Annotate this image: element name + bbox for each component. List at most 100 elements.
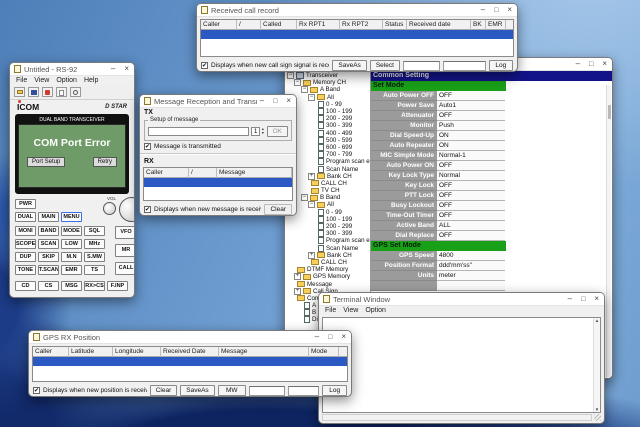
minimize-button[interactable] bbox=[576, 60, 580, 68]
save-file-button[interactable] bbox=[28, 87, 39, 97]
key-mode[interactable]: MODE bbox=[61, 226, 82, 236]
menu-item-file[interactable]: File bbox=[325, 307, 336, 314]
key-pwr[interactable]: PWR bbox=[15, 199, 36, 209]
volume-knob[interactable] bbox=[103, 202, 116, 215]
close-button[interactable] bbox=[286, 97, 291, 105]
selected-row[interactable] bbox=[201, 30, 513, 39]
menu-item-option[interactable]: Option bbox=[365, 307, 386, 314]
tree-item[interactable]: DTMF Memory bbox=[285, 266, 370, 273]
open-file-button[interactable] bbox=[14, 87, 25, 97]
key-rx-cs[interactable]: RX>CS bbox=[84, 281, 105, 291]
selected-row[interactable] bbox=[144, 178, 292, 187]
scrollbar-thumb[interactable] bbox=[608, 105, 611, 119]
tuning-dial-knob[interactable] bbox=[119, 197, 134, 222]
tree-item[interactable]: − Transceiver bbox=[285, 72, 370, 80]
saveas-button[interactable]: SaveAs bbox=[332, 60, 367, 71]
menu-item-option[interactable]: Option bbox=[56, 77, 77, 84]
key-menu[interactable]: MENU bbox=[61, 212, 82, 222]
setting-value[interactable]: OFF bbox=[437, 181, 505, 191]
setting-value[interactable]: 4800 bbox=[437, 251, 505, 261]
key-main[interactable]: MAIN bbox=[38, 212, 59, 222]
menu-item-view[interactable]: View bbox=[343, 307, 358, 314]
key-msg[interactable]: MSG bbox=[61, 281, 82, 291]
tree-item[interactable]: CALL CH bbox=[285, 259, 370, 266]
setting-value[interactable]: OFF bbox=[437, 231, 505, 241]
tree-item[interactable]: 400 - 499 bbox=[285, 129, 370, 137]
key-dual[interactable]: DUAL bbox=[15, 212, 36, 222]
message-titlebar[interactable]: Message Reception and Transmission bbox=[140, 95, 296, 108]
column-header[interactable]: BK bbox=[471, 20, 486, 30]
tree-expander-icon[interactable]: + bbox=[308, 251, 315, 259]
tree-item[interactable]: 300 - 399 bbox=[285, 230, 370, 238]
tree-item[interactable]: + Bank CH bbox=[285, 172, 370, 180]
view-button[interactable] bbox=[70, 87, 81, 97]
close-button[interactable] bbox=[602, 60, 607, 68]
setting-value[interactable]: OFF bbox=[437, 211, 505, 221]
close-button[interactable] bbox=[124, 65, 129, 73]
key-cd[interactable]: CD bbox=[15, 281, 36, 291]
log-button[interactable]: Log bbox=[488, 60, 513, 71]
key-band[interactable]: BAND bbox=[38, 226, 59, 236]
minimize-button[interactable] bbox=[111, 65, 115, 73]
minimize-button[interactable] bbox=[315, 333, 319, 341]
maximize-button[interactable] bbox=[328, 333, 332, 342]
tree-item[interactable]: 200 - 299 bbox=[285, 115, 370, 123]
tree-item[interactable]: − A Band bbox=[285, 86, 370, 94]
minimize-button[interactable] bbox=[260, 97, 264, 105]
setting-value[interactable]: OFF bbox=[437, 161, 505, 171]
maximize-button[interactable] bbox=[581, 295, 585, 304]
tree-item[interactable]: Scan Name bbox=[285, 165, 370, 173]
key-cs[interactable]: CS bbox=[38, 281, 59, 291]
tree-item[interactable]: − All bbox=[285, 93, 370, 101]
tree-expander-icon[interactable]: + bbox=[294, 287, 301, 295]
column-header[interactable]: Received Date bbox=[161, 347, 219, 357]
display-new-message-checkbox[interactable] bbox=[144, 206, 151, 213]
column-header[interactable]: EMR bbox=[486, 20, 506, 30]
tree-expander-icon[interactable]: − bbox=[287, 72, 294, 80]
maximize-button[interactable] bbox=[273, 97, 277, 106]
tree-expander-icon[interactable]: − bbox=[301, 86, 308, 94]
tree-expander-icon[interactable]: − bbox=[308, 201, 315, 209]
tree-expander-icon[interactable]: − bbox=[301, 194, 308, 202]
key-emr[interactable]: EMR bbox=[61, 265, 82, 275]
column-header[interactable]: Caller bbox=[33, 347, 69, 357]
column-header[interactable]: Caller bbox=[201, 20, 237, 30]
tree-item[interactable]: CALL CH bbox=[285, 180, 370, 187]
setting-value[interactable] bbox=[437, 281, 505, 291]
maximize-button[interactable] bbox=[494, 6, 498, 15]
column-header[interactable]: Latitude bbox=[69, 347, 113, 357]
setting-value[interactable]: ON bbox=[437, 131, 505, 141]
tree-item[interactable]: + Bank CH bbox=[285, 251, 370, 259]
key-sql[interactable]: SQL bbox=[84, 226, 105, 236]
column-header[interactable]: Called bbox=[261, 20, 297, 30]
tree-expander-icon[interactable]: − bbox=[294, 79, 301, 87]
vertical-scrollbar[interactable]: ▲ ▼ bbox=[593, 318, 600, 412]
tree-item[interactable]: Program scan e bbox=[285, 158, 370, 166]
menu-item-view[interactable]: View bbox=[34, 77, 49, 84]
tree-item[interactable]: 100 - 199 bbox=[285, 108, 370, 116]
port-setup-button[interactable]: Port Setup bbox=[27, 157, 66, 167]
clear-button[interactable]: Clear bbox=[149, 385, 178, 396]
column-header[interactable]: Rx RPT2 bbox=[340, 20, 383, 30]
tree-item[interactable]: 0 - 99 bbox=[285, 100, 370, 108]
column-header[interactable]: Rx RPT1 bbox=[297, 20, 340, 30]
setting-value[interactable]: OFF bbox=[437, 201, 505, 211]
column-header[interactable]: Status bbox=[383, 20, 407, 30]
close-button[interactable] bbox=[507, 6, 512, 14]
retry-button[interactable]: Retry bbox=[92, 157, 117, 167]
terminal-titlebar[interactable]: Terminal Window bbox=[319, 293, 604, 306]
sheet-button[interactable] bbox=[56, 87, 67, 97]
message-input[interactable] bbox=[148, 127, 250, 136]
tree-item[interactable]: 700 - 799 bbox=[285, 151, 370, 159]
message-transmitted-checkbox[interactable] bbox=[144, 143, 151, 150]
tree-item[interactable]: 200 - 299 bbox=[285, 223, 370, 231]
log-button[interactable]: Log bbox=[322, 385, 347, 396]
setting-value[interactable]: meter bbox=[437, 271, 505, 281]
minimize-button[interactable] bbox=[568, 295, 572, 303]
resize-grip[interactable] bbox=[594, 414, 601, 421]
tree-item[interactable]: − Memory CH bbox=[285, 79, 370, 87]
key-m-n[interactable]: M.N bbox=[61, 252, 82, 262]
tree-item[interactable]: Scan Name bbox=[285, 244, 370, 252]
tree-item[interactable]: − All bbox=[285, 201, 370, 209]
horizontal-scrollbar[interactable] bbox=[322, 414, 592, 421]
